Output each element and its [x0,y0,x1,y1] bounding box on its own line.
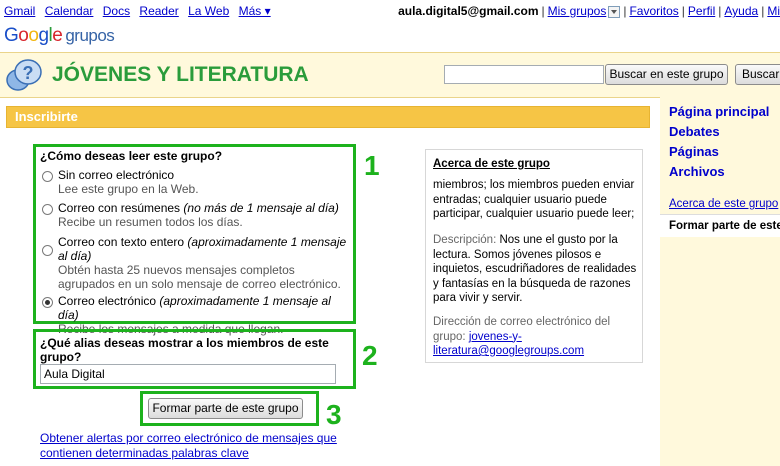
step-3-number: 3 [326,399,342,430]
option-description: Obtén hasta 25 nuevos mensajes completos… [58,263,341,291]
separator: | [681,4,685,18]
option-note: (no más de 1 mensaje al día) [183,201,339,215]
separator: | [541,4,545,18]
about-description: Descripción: Nos une el gusto por la lec… [433,233,639,306]
about-group-panel: Acerca de este grupo miembros; los miemb… [425,149,643,363]
sidebar-join-current[interactable]: Formar parte de este grupo [660,215,780,237]
favorites-link[interactable]: Favoritos [629,4,678,18]
sidebar-join-label: Formar parte de este grupo [669,220,780,232]
group-search-input[interactable] [444,65,604,84]
sidebar-item-files[interactable]: Archivos [669,164,725,179]
option-label: Correo con resúmenes (no más de 1 mensaj… [58,201,352,229]
account-email: aula.digital5@gmail.com [398,4,539,18]
group-title: JÓVENES Y LITERATURA [52,63,309,86]
my-account-link[interactable]: Mi [767,4,780,18]
option-title: Correo con texto entero [58,235,185,249]
google-groups-logo[interactable]: Google grupos [4,25,115,47]
step-1-number: 1 [364,150,380,181]
radio-digest[interactable] [42,204,53,215]
description-label: Descripción: [433,234,497,246]
account-nav: aula.digital5@gmail.com | Mis grupos | Favor… [398,4,780,18]
join-group-button[interactable]: Formar parte de este grupo [148,398,303,419]
group-chat-icon: ? [6,59,42,91]
nav-more[interactable]: Más ▾ [239,4,271,18]
separator: | [623,4,627,18]
reading-question: ¿Cómo deseas leer este grupo? [40,149,223,163]
sidebar-item-discussions[interactable]: Debates [669,124,720,139]
top-bar: Gmail Calendar Docs Reader La Web Más ▾ … [0,0,780,22]
about-title-link[interactable]: Acerca de este grupo [433,157,550,172]
google-wordmark: Google [4,25,63,46]
profile-link[interactable]: Perfil [688,4,715,18]
option-label: Sin correo electrónico Lee este grupo en… [58,168,352,196]
chevron-down-icon[interactable] [608,5,621,18]
option-description: Lee este grupo en la Web. [58,182,199,196]
option-label: Correo con texto entero (aproximadamente… [58,235,352,291]
reading-option-full-text[interactable]: Correo con texto entero (aproximadamente… [40,235,352,293]
radio-full-text[interactable] [42,245,53,256]
nav-reader[interactable]: Reader [139,4,178,18]
google-apps-nav: Gmail Calendar Docs Reader La Web Más ▾ [4,4,277,18]
group-header: ? JÓVENES Y LITERATURA Buscar en este gr… [0,52,780,98]
sidebar-item-pages[interactable]: Páginas [669,144,719,159]
sidebar-item-home[interactable]: Página principal [669,104,769,119]
about-access: miembros; los miembros pueden enviar ent… [433,179,635,220]
search-all-button[interactable]: Buscar [735,64,780,85]
option-title: Sin correo electrónico [58,168,175,182]
option-title: Correo electrónico [58,294,157,308]
nav-web[interactable]: La Web [188,4,229,18]
sidebar-about-link[interactable]: Acerca de este grupo [669,198,778,210]
reading-option-digest[interactable]: Correo con resúmenes (no más de 1 mensaj… [40,201,352,229]
group-sidebar: Página principal Debates Páginas Archivo… [660,96,780,466]
radio-email-selected[interactable] [42,297,53,308]
option-description: Recibe un resumen todos los días. [58,215,243,229]
reading-option-no-email[interactable]: Sin correo electrónico Lee este grupo en… [40,168,352,196]
about-email: Dirección de correo electrónico del grup… [433,315,639,359]
separator: | [761,4,765,18]
reading-option-email[interactable]: Correo electrónico (aproximadamente 1 me… [40,294,352,336]
nav-calendar[interactable]: Calendar [45,4,94,18]
email-alerts-link[interactable]: Obtener alertas por correo electrónico d… [40,431,380,461]
nav-docs[interactable]: Docs [103,4,130,18]
alias-question: ¿Qué alias deseas mostrar a los miembros… [40,336,329,364]
my-groups-link[interactable]: Mis grupos [548,4,607,18]
logo-grupos-text: grupos [65,26,115,45]
svg-text:?: ? [23,63,34,83]
help-link[interactable]: Ayuda [724,4,758,18]
section-title: Inscribirte [6,106,650,128]
nav-gmail[interactable]: Gmail [4,4,35,18]
step-2-number: 2 [362,340,378,371]
separator: | [718,4,722,18]
search-group-button[interactable]: Buscar en este grupo [605,64,728,85]
radio-no-email[interactable] [42,171,53,182]
option-title: Correo con resúmenes [58,201,181,215]
alias-input[interactable] [40,364,336,384]
